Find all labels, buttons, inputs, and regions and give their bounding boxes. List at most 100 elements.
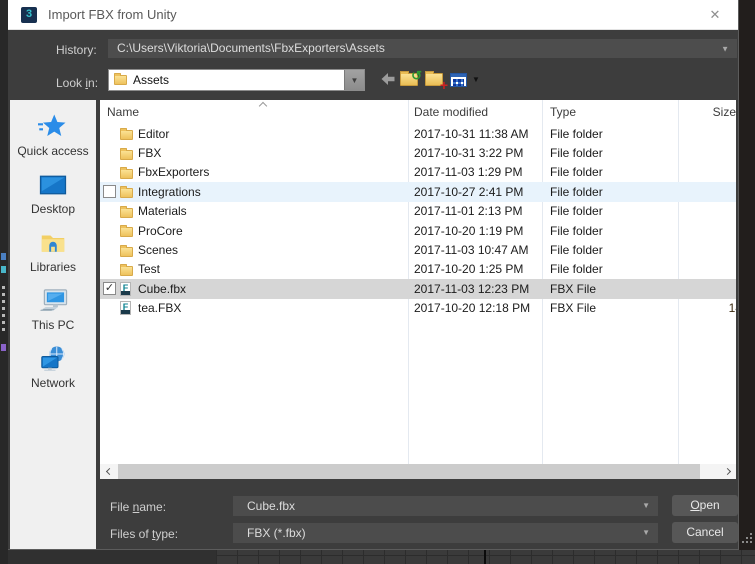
look-in-combobox[interactable]: Assets ▼ [108, 69, 365, 91]
column-header-type[interactable]: Type [546, 105, 678, 119]
date-modified-cell: 2017-11-03 12:23 PM [412, 282, 546, 296]
folder-icon [120, 266, 133, 276]
view-menu-caret-icon[interactable]: ▼ [471, 71, 481, 89]
file-row[interactable]: Materials2017-11-01 2:13 PMFile folder [100, 202, 736, 221]
red-plus-icon: + [440, 77, 448, 93]
date-modified-cell: 2017-10-20 1:25 PM [412, 262, 546, 276]
sidebar-item-network[interactable]: Network [10, 342, 96, 400]
sidebar-item-label: Quick access [17, 144, 88, 158]
back-arrow-icon[interactable] [380, 71, 396, 89]
cancel-button[interactable]: Cancel [672, 522, 738, 543]
files-of-type-label: Files of type: [110, 527, 178, 541]
file-row[interactable]: FbxExporters2017-11-03 1:29 PMFile folde… [100, 163, 736, 182]
file-row[interactable]: FBX2017-10-31 3:22 PMFile folder [100, 143, 736, 162]
scroll-left-icon[interactable] [100, 464, 116, 479]
date-modified-cell: 2017-11-01 2:13 PM [412, 204, 546, 218]
file-row[interactable]: Scenes2017-11-03 10:47 AMFile folder [100, 240, 736, 259]
list-header: Name Date modified Type Size [100, 100, 736, 124]
row-icon-slot [120, 205, 138, 218]
row-checkbox-checked[interactable]: ✓ [103, 282, 116, 295]
row-icon-slot: F [120, 282, 138, 296]
3dsmax-app-icon: 3 [21, 7, 37, 23]
folder-icon [120, 188, 133, 198]
file-name-cell: tea.FBX [138, 301, 412, 315]
sidebar-item-quick-access[interactable]: Quick access [10, 110, 96, 168]
sidebar-item-this-pc[interactable]: This PC [10, 284, 96, 342]
type-cell: File folder [546, 224, 678, 238]
look-in-value: Assets [133, 73, 169, 87]
column-header-date-modified[interactable]: Date modified [412, 105, 546, 119]
file-name-cell: ProCore [138, 224, 412, 238]
up-one-level-icon[interactable]: ↺ [400, 71, 420, 89]
file-name-cell: Editor [138, 127, 412, 141]
file-name-cell: Test [138, 262, 412, 276]
horizontal-scrollbar[interactable] [100, 464, 736, 479]
files-of-type-value: FBX (*.fbx) [247, 526, 306, 540]
resize-grip-icon[interactable] [742, 541, 744, 543]
quick-access-star-icon [38, 110, 68, 144]
file-name-cell: FBX [138, 146, 412, 160]
file-row[interactable]: Integrations2017-10-27 2:41 PMFile folde… [100, 182, 736, 201]
folder-icon [114, 75, 127, 85]
file-name-dropdown[interactable]: Cube.fbx ▼ [233, 496, 658, 516]
chevron-down-icon: ▼ [721, 39, 729, 58]
row-icon-slot: F [120, 301, 138, 315]
type-cell: FBX File [546, 282, 678, 296]
sidebar-item-label: This PC [32, 318, 75, 332]
chevron-down-icon: ▼ [642, 496, 650, 516]
row-icon-slot [120, 244, 138, 257]
close-icon[interactable]: ✕ [706, 6, 724, 24]
row-icon-slot [120, 166, 138, 179]
checkbox-slot: ✓ [100, 282, 120, 295]
history-dropdown[interactable]: C:\Users\Viktoria\Documents\FbxExporters… [108, 39, 737, 58]
type-cell: File folder [546, 204, 678, 218]
open-button[interactable]: Open [672, 495, 738, 516]
column-header-name[interactable]: Name [100, 105, 412, 119]
left-edge-glyph [1, 344, 6, 351]
folder-icon [120, 150, 133, 160]
file-name-cell: Cube.fbx [138, 282, 412, 296]
file-row[interactable]: Ftea.FBX2017-10-20 12:18 PMFBX File14 [100, 299, 736, 318]
type-cell: File folder [546, 243, 678, 257]
dialog-title: Import FBX from Unity [48, 7, 177, 22]
left-edge-glyph [2, 286, 5, 332]
row-checkbox[interactable] [103, 185, 116, 198]
scrollbar-thumb[interactable] [118, 464, 700, 479]
view-menu-icon[interactable] [450, 71, 469, 89]
file-name-cell: Scenes [138, 243, 412, 257]
create-new-folder-icon[interactable]: + [425, 71, 445, 89]
fbx-file-icon: F [120, 301, 131, 315]
history-label: History: [56, 43, 97, 57]
file-row[interactable]: ✓ FCube.fbx2017-11-03 12:23 PMFBX File [100, 279, 736, 298]
chevron-down-icon: ▼ [351, 76, 359, 85]
screen: 3 Import FBX from Unity ✕ History: C:\Us… [0, 0, 755, 564]
sidebar-item-libraries[interactable]: Libraries [10, 226, 96, 284]
sidebar-item-desktop[interactable]: Desktop [10, 168, 96, 226]
scroll-right-icon[interactable] [720, 464, 736, 479]
left-edge-glyph [1, 266, 6, 273]
history-value: C:\Users\Viktoria\Documents\FbxExporters… [117, 41, 385, 55]
folder-icon [120, 247, 133, 257]
import-fbx-dialog: 3 Import FBX from Unity ✕ History: C:\Us… [8, 0, 739, 550]
background-app-right-edge [739, 0, 755, 564]
file-name-value: Cube.fbx [247, 499, 295, 513]
type-cell: File folder [546, 165, 678, 179]
file-rows: Editor2017-10-31 11:38 AMFile folderFBX2… [100, 124, 736, 318]
file-row[interactable]: Editor2017-10-31 11:38 AMFile folder [100, 124, 736, 143]
file-row[interactable]: Test2017-10-20 1:25 PMFile folder [100, 260, 736, 279]
title-bar[interactable]: 3 Import FBX from Unity ✕ [8, 0, 738, 30]
desktop-icon [38, 168, 68, 202]
viewport-grid-strip [8, 550, 755, 564]
file-name-cell: Materials [138, 204, 412, 218]
file-list: Name Date modified Type Size Editor2017-… [100, 100, 736, 464]
files-of-type-dropdown[interactable]: FBX (*.fbx) ▼ [233, 523, 658, 543]
look-in-dropdown-button[interactable]: ▼ [344, 70, 364, 90]
date-modified-cell: 2017-10-27 2:41 PM [412, 185, 546, 199]
folder-icon [120, 227, 133, 237]
libraries-icon [38, 226, 68, 260]
row-icon-slot [120, 185, 138, 198]
file-row[interactable]: ProCore2017-10-20 1:19 PMFile folder [100, 221, 736, 240]
type-cell: File folder [546, 262, 678, 276]
this-pc-icon [37, 284, 69, 318]
column-header-size[interactable]: Size [678, 105, 736, 119]
